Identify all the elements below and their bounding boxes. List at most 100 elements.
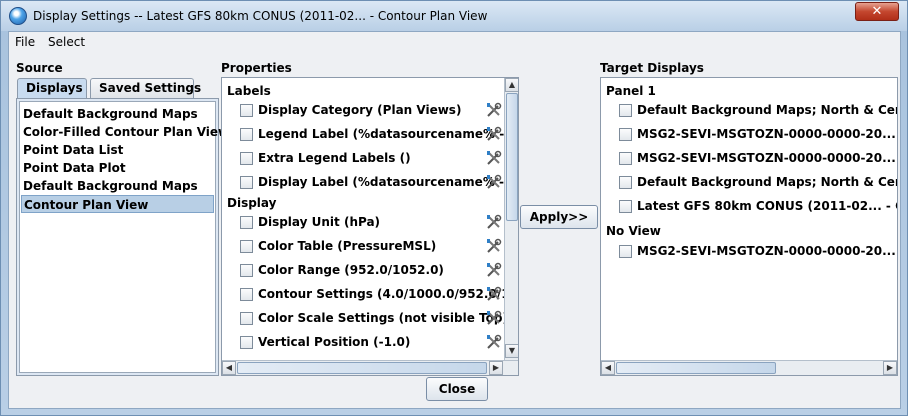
apply-button[interactable]: Apply>> <box>520 205 598 229</box>
properties-vertical-scrollbar[interactable]: ▲ ▼ <box>504 78 518 360</box>
target-label: Latest GFS 80km CONUS (2011-02... - Cont… <box>637 199 897 213</box>
property-checkbox[interactable] <box>240 264 253 277</box>
close-button[interactable]: Close <box>426 377 488 401</box>
wrench-screwdriver-icon[interactable] <box>485 238 502 255</box>
property-checkbox[interactable] <box>240 216 253 229</box>
source-item[interactable]: Default Background Maps <box>21 105 214 123</box>
horizontal-scroll-thumb[interactable] <box>616 362 776 374</box>
scroll-up-arrow-icon[interactable]: ▲ <box>505 78 518 92</box>
source-item[interactable]: Point Data Plot <box>21 159 214 177</box>
target-displays-label: Target Displays <box>600 61 704 75</box>
window-title: Display Settings -- Latest GFS 80km CONU… <box>33 9 488 23</box>
target-row[interactable]: Default Background Maps; North & Central… <box>619 102 897 120</box>
target-horizontal-scrollbar[interactable]: ◀ ▶ <box>601 360 897 375</box>
target-label: Default Background Maps; North & Central… <box>637 175 897 189</box>
wrench-screwdriver-icon[interactable] <box>485 126 502 143</box>
wrench-screwdriver-icon[interactable] <box>485 262 502 279</box>
property-label: Display Category (Plan Views) <box>258 103 462 117</box>
property-checkbox[interactable] <box>240 312 253 325</box>
group-labels: Labels <box>227 84 271 98</box>
menu-select[interactable]: Select <box>48 35 85 49</box>
menu-bar: File Select <box>9 32 900 53</box>
title-bar[interactable]: Display Settings -- Latest GFS 80km CONU… <box>1 1 907 31</box>
property-checkbox[interactable] <box>240 128 253 141</box>
source-label: Source <box>16 61 63 75</box>
target-checkbox[interactable] <box>619 104 632 117</box>
property-row[interactable]: Extra Legend Labels () <box>240 150 506 168</box>
property-row[interactable]: Vertical Position (-1.0) <box>240 334 506 352</box>
property-label: Display Unit (hPa) <box>258 215 381 229</box>
property-row[interactable]: Contour Settings (4.0/1000.0/952.0/10...… <box>240 286 518 304</box>
window-close-button[interactable]: ✕ <box>855 2 899 21</box>
target-label: Default Background Maps; North & Central… <box>637 103 897 117</box>
property-checkbox[interactable] <box>240 152 253 165</box>
target-checkbox[interactable] <box>619 245 632 258</box>
wrench-screwdriver-icon[interactable] <box>485 150 502 167</box>
source-display-list: Default Background Maps Color-Filled Con… <box>19 101 229 373</box>
property-row[interactable]: Legend Label (%datasourcename% - ...) <box>240 126 518 144</box>
target-row[interactable]: MSG2-SEVI-MSGTOZN-0000-0000-20... - Colo… <box>619 126 897 144</box>
property-row[interactable]: Display Label (%datasourcename% - ...) <box>240 174 518 192</box>
source-panel: Default Background Maps Color-Filled Con… <box>16 98 229 376</box>
group-display: Display <box>227 196 277 210</box>
property-label: Legend Label (%datasourcename% - ...) <box>258 127 519 141</box>
vertical-scroll-thumb[interactable] <box>506 93 518 221</box>
property-checkbox[interactable] <box>240 104 253 117</box>
target-checkbox[interactable] <box>619 128 632 141</box>
property-label: Vertical Position (-1.0) <box>258 335 411 349</box>
wrench-screwdriver-icon[interactable] <box>485 334 502 351</box>
scroll-left-arrow-icon[interactable]: ◀ <box>222 361 236 375</box>
tab-displays[interactable]: Displays <box>17 78 87 98</box>
target-label: MSG2-SEVI-MSGTOZN-0000-0000-20... - Poin… <box>637 151 897 165</box>
target-checkbox[interactable] <box>619 176 632 189</box>
target-row[interactable]: MSG2-SEVI-MSGTOZN-0000-0000-20... - Poin… <box>619 243 897 261</box>
property-checkbox[interactable] <box>240 288 253 301</box>
target-label: MSG2-SEVI-MSGTOZN-0000-0000-20... - Poin… <box>637 244 897 258</box>
property-row[interactable]: Color Range (952.0/1052.0) <box>240 262 506 280</box>
scroll-right-arrow-icon[interactable]: ▶ <box>883 361 897 375</box>
property-label: Contour Settings (4.0/1000.0/952.0/10...… <box>258 287 519 301</box>
tab-saved-settings[interactable]: Saved Settings <box>90 78 201 98</box>
source-item[interactable]: Default Background Maps <box>21 177 214 195</box>
property-row[interactable]: Color Table (PressureMSL) <box>240 238 506 256</box>
target-row[interactable]: MSG2-SEVI-MSGTOZN-0000-0000-20... - Poin… <box>619 150 897 168</box>
wrench-screwdriver-icon[interactable] <box>485 214 502 231</box>
wrench-screwdriver-icon[interactable] <box>485 102 502 119</box>
display-settings-window: Display Settings -- Latest GFS 80km CONU… <box>0 0 908 416</box>
target-label: MSG2-SEVI-MSGTOZN-0000-0000-20... - Colo… <box>637 127 897 141</box>
property-row[interactable]: Display Unit (hPa) <box>240 214 506 232</box>
dialog-content: File Select Source Displays Saved Settin… <box>8 31 901 409</box>
group-no-view: No View <box>606 224 661 238</box>
property-label: Extra Legend Labels () <box>258 151 411 165</box>
horizontal-scroll-thumb[interactable] <box>237 362 487 374</box>
property-label: Color Scale Settings (not visible Top) <box>258 311 508 325</box>
properties-horizontal-scrollbar[interactable]: ◀ ▶ <box>222 360 518 375</box>
properties-panel: Labels Display Category (Plan Views) Leg… <box>221 77 519 376</box>
scroll-right-arrow-icon[interactable]: ▶ <box>489 361 503 375</box>
property-label: Color Range (952.0/1052.0) <box>258 263 444 277</box>
property-checkbox[interactable] <box>240 176 253 189</box>
wrench-screwdriver-icon[interactable] <box>485 174 502 191</box>
source-item[interactable]: Point Data List <box>21 141 214 159</box>
properties-label: Properties <box>221 61 292 75</box>
target-row[interactable]: Latest GFS 80km CONUS (2011-02... - Cont… <box>619 198 897 216</box>
menu-file[interactable]: File <box>15 35 35 49</box>
scroll-down-arrow-icon[interactable]: ▼ <box>505 344 518 358</box>
target-checkbox[interactable] <box>619 152 632 165</box>
wrench-screwdriver-icon[interactable] <box>485 310 502 327</box>
target-row[interactable]: Default Background Maps; North & Central… <box>619 174 897 192</box>
property-row[interactable]: Color Scale Settings (not visible Top) <box>240 310 508 328</box>
property-label: Color Table (PressureMSL) <box>258 239 437 253</box>
source-item[interactable]: Color-Filled Contour Plan View <box>21 123 229 141</box>
globe-app-icon <box>9 7 27 25</box>
property-checkbox[interactable] <box>240 336 253 349</box>
source-item-selected[interactable]: Contour Plan View <box>21 195 214 213</box>
scroll-left-arrow-icon[interactable]: ◀ <box>601 361 615 375</box>
property-label: Display Label (%datasourcename% - ...) <box>258 175 519 189</box>
target-checkbox[interactable] <box>619 200 632 213</box>
wrench-screwdriver-icon[interactable] <box>485 286 502 303</box>
property-row[interactable]: Display Category (Plan Views) <box>240 102 506 120</box>
target-displays-panel: Panel 1 Default Background Maps; North &… <box>600 77 898 376</box>
property-checkbox[interactable] <box>240 240 253 253</box>
group-panel-1: Panel 1 <box>606 84 656 98</box>
